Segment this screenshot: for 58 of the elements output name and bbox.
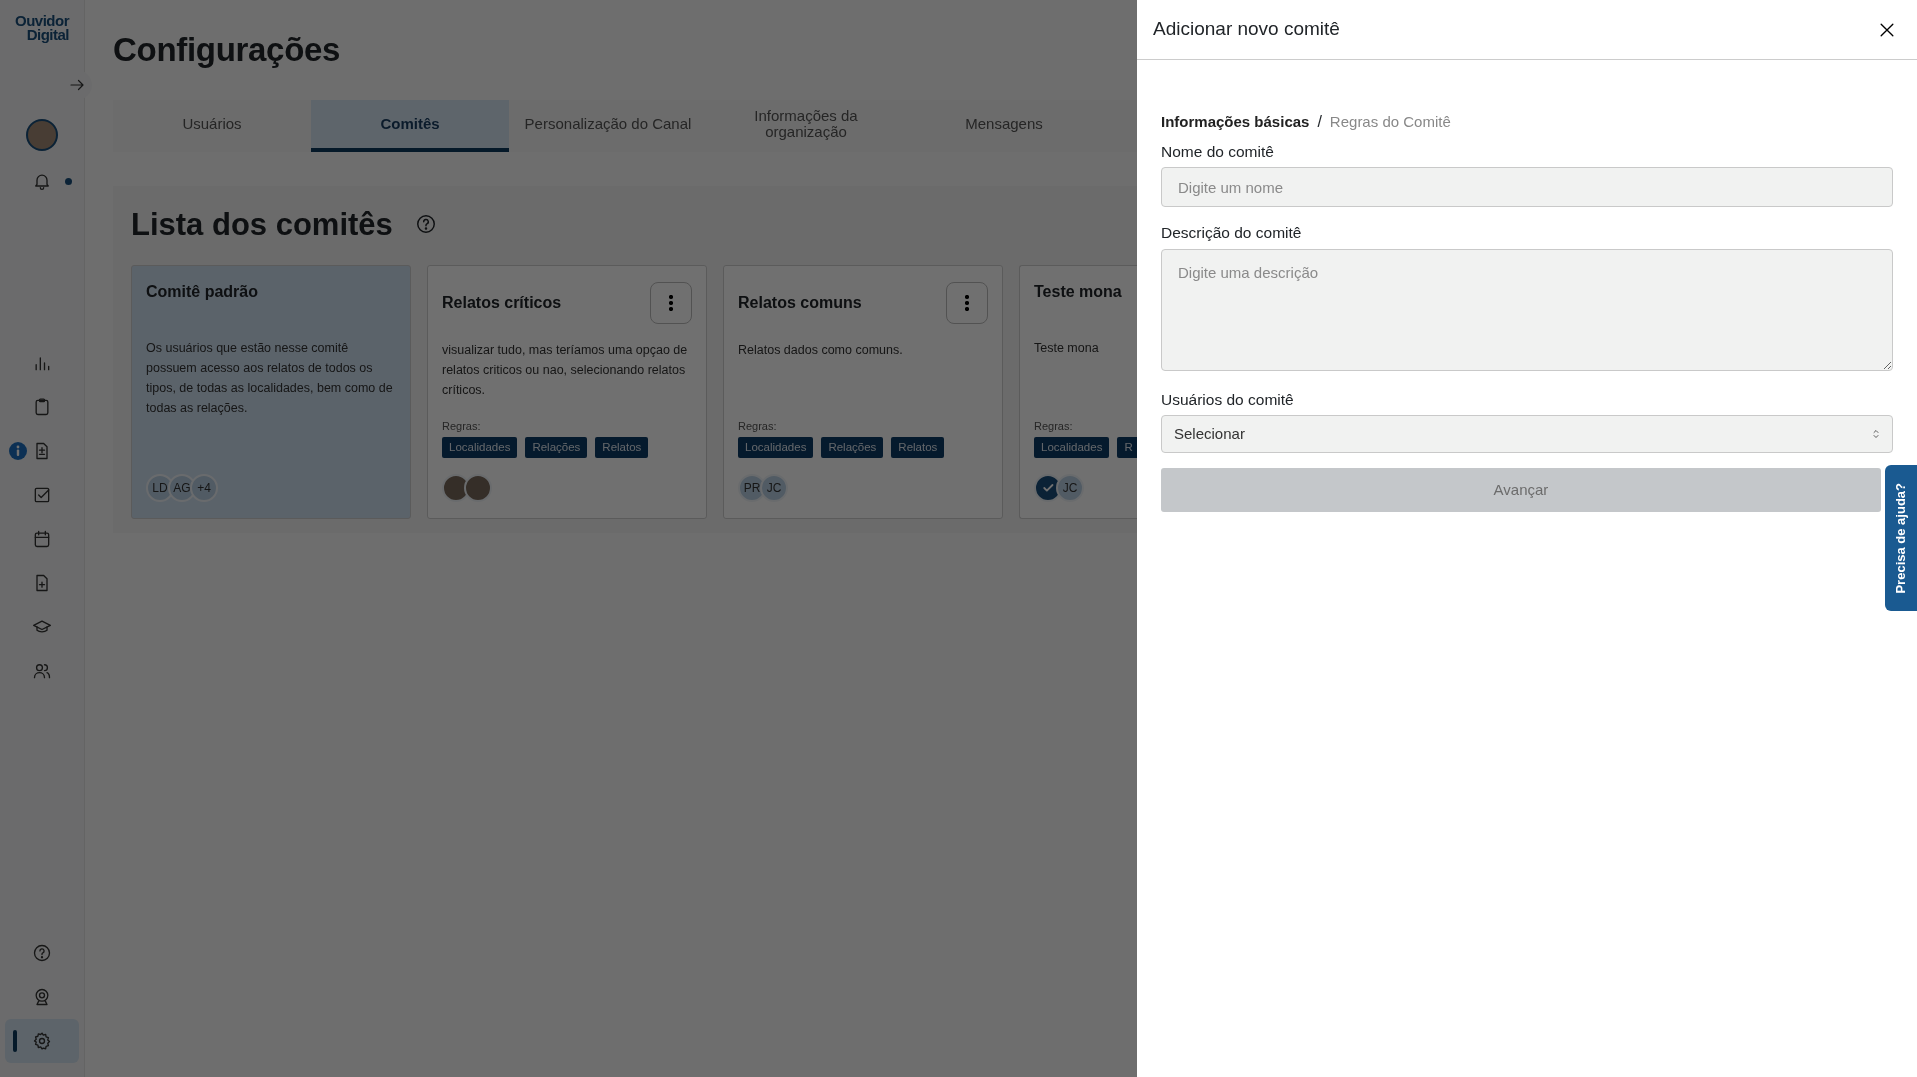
tab[interactable]: Comitês — [311, 99, 509, 152]
rule-tag: Relações — [525, 436, 588, 458]
card-title: Comitê padrão — [146, 281, 258, 302]
committee-card[interactable]: Relatos comuns Relatos dados como comuns. Regras: Localidades Relações Relatos PR JC — [723, 264, 1003, 519]
committee-card[interactable]: Teste mona Teste mona Regras: Localidades R JC — [1019, 264, 1137, 519]
tab[interactable]: Personalização do Canal — [509, 99, 707, 152]
card-title: Relatos críticos — [442, 292, 562, 313]
breadcrumb-separator: / — [1317, 112, 1322, 132]
breadcrumb-step[interactable]: Informações básicas — [1161, 110, 1310, 134]
logo: Ouvidor Digital — [15, 14, 69, 42]
card-description: Os usuários que estão nesse comitê possuem acesso aos relatos de todos os tipos, de todas as localidades, bem como de todas as relações. — [146, 339, 394, 417]
more-options-button[interactable] — [946, 281, 988, 324]
more-options-button[interactable] — [650, 281, 692, 324]
rule-tag: Relações — [821, 436, 884, 458]
tab[interactable]: Informações da organização — [707, 99, 905, 152]
help-tab[interactable]: Precisa de ajuda? — [1885, 465, 1917, 611]
name-input-field[interactable]: Digite um nome — [1161, 167, 1893, 208]
tab[interactable]: Mensagens — [905, 99, 1103, 152]
description-input-field[interactable]: Digite uma descrição — [1161, 248, 1893, 371]
rule-tag: Relatos — [595, 436, 649, 458]
rule-tag: R — [1117, 436, 1137, 458]
rules-label: Regras: — [1034, 419, 1074, 435]
calendar-icon — [32, 529, 52, 549]
help-icon[interactable] — [414, 213, 437, 236]
committee-card[interactable]: Relatos críticos visualizar tudo, mas teríamos uma opçao de relatos criticos ou nao, selecionando relatos críticos. Regras: Localidades Relações Relatos — [427, 264, 707, 519]
kebab-menu-icon — [669, 294, 673, 311]
field-label: Descrição do comitê — [1161, 223, 1303, 244]
committee-card[interactable]: Comitê padrão Os usuários que estão nesse comitê possuem acesso aos relatos de todos os tipos, de todas as localidades, bem como de todas as relações. LD AG +4 — [131, 264, 411, 519]
avatar-photo-placeholder[interactable] — [26, 119, 58, 151]
rule-tag: Localidades — [1034, 436, 1110, 458]
panel-title: Adicionar novo comitê — [1153, 18, 1340, 41]
page-title: Configurações — [113, 30, 342, 70]
help-icon — [32, 943, 52, 963]
member-avatar: JC — [1056, 473, 1084, 502]
card-title: Relatos comuns — [738, 292, 862, 313]
card-description: Relatos dados como comuns. — [738, 341, 904, 359]
users-icon — [32, 661, 52, 681]
member-avatar: JC — [760, 473, 788, 502]
card-title: Teste mona — [1034, 281, 1122, 302]
rule-tag: Localidades — [442, 436, 518, 458]
field-label: Nome do comitê — [1161, 142, 1275, 162]
breadcrumb-step[interactable]: Regras do Comitê — [1329, 110, 1451, 134]
member-photo-placeholder — [464, 473, 492, 502]
rule-tag: Localidades — [738, 436, 814, 458]
rule-tag: Relatos — [891, 436, 945, 458]
users-select[interactable]: Selecionar — [1161, 414, 1893, 453]
member-avatar: +4 — [190, 473, 218, 502]
card-description: visualizar tudo, mas teríamos uma opçao de relatos criticos ou nao, selecionando relatos críticos. — [442, 341, 689, 399]
rules-label: Regras: — [738, 419, 778, 435]
select-value: Selecionar — [1174, 423, 1245, 444]
card-description: Teste mona — [1034, 339, 1100, 357]
settings-icon — [32, 1031, 52, 1051]
field-label: Usuários do comitê — [1161, 389, 1295, 410]
kebab-menu-icon — [965, 294, 969, 311]
section-title: Lista dos comitês — [131, 205, 393, 243]
tab[interactable]: Usuários — [113, 99, 311, 152]
checkbox-icon — [32, 485, 52, 505]
rules-label: Regras: — [442, 419, 482, 435]
